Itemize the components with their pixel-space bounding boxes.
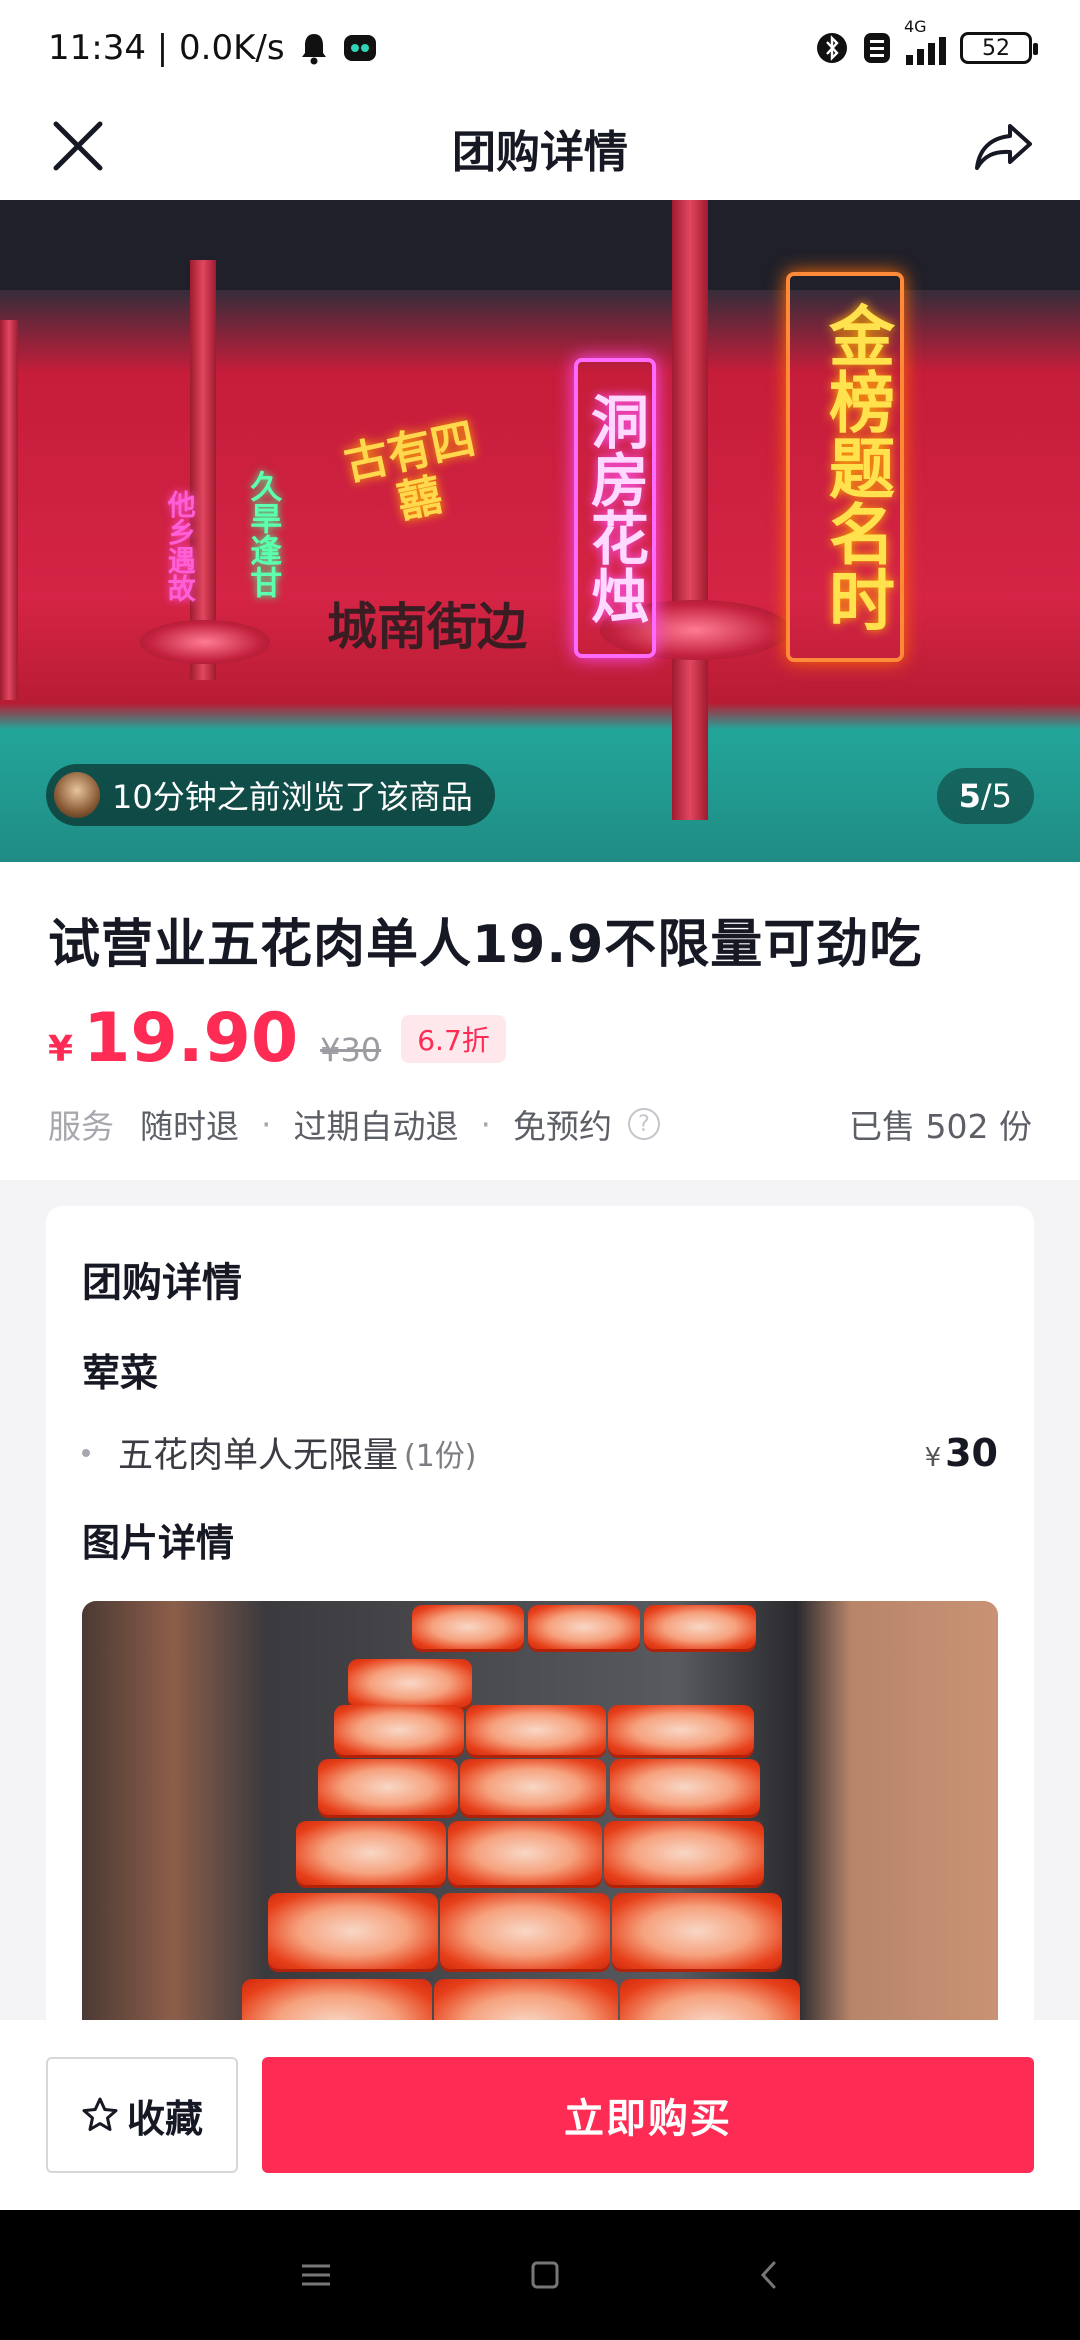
favorite-label: 收藏	[126, 2096, 203, 2141]
image-counter: 5 /5	[936, 768, 1034, 824]
page-title: 团购详情	[452, 127, 628, 178]
price-row: ¥ 19.90 ¥30 6.7折	[48, 999, 1032, 1078]
sold-count: 已售 502 份	[849, 1107, 1032, 1146]
item-price-value: 30	[945, 1430, 998, 1475]
image-details-heading: 图片详情	[82, 1521, 235, 1565]
bluetooth-icon	[817, 33, 847, 63]
close-icon[interactable]	[48, 116, 108, 176]
buy-now-button[interactable]: 立即购买	[262, 2057, 1034, 2173]
product-photo-carousel[interactable]: 他乡遇故 久旱逢甘 古有四囍 城南街边 洞房花烛 金榜题名时 10分钟之前浏览了…	[0, 200, 1080, 862]
recently-viewed-text: 10分钟之前浏览了该商品	[112, 778, 473, 816]
home-icon[interactable]	[527, 2257, 563, 2293]
image-counter-total: /5	[980, 777, 1012, 815]
service-no-reservation: 免预约	[513, 1107, 612, 1146]
discount-badge: 6.7折	[401, 1014, 506, 1063]
sale-price: 19.90	[83, 999, 299, 1078]
back-icon[interactable]	[754, 2257, 784, 2293]
service-label: 服务	[48, 1107, 114, 1146]
network-type: 4G	[904, 17, 927, 36]
service-row[interactable]: 服务 随时退 · 过期自动退 · 免预约 ? 已售 502 份	[48, 1100, 1032, 1148]
nfc-icon	[864, 33, 890, 63]
neon-sign: 久旱逢甘	[245, 470, 284, 598]
image-counter-current: 5	[958, 777, 981, 815]
menu-icon[interactable]	[296, 2260, 336, 2290]
product-title: 试营业五花肉单人19.9不限量可劲吃	[48, 915, 923, 975]
navigation-bar: 团购详情	[0, 96, 1080, 200]
bell-icon	[301, 34, 326, 65]
category-heading: 荤菜	[82, 1351, 159, 1395]
original-price: ¥30	[320, 1031, 382, 1069]
battery-indicator: 52	[960, 32, 1038, 64]
details-section-title: 团购详情	[82, 1260, 242, 1306]
service-auto-refund: 过期自动退	[293, 1107, 459, 1146]
bottom-action-bar: 收藏 立即购买	[0, 2020, 1080, 2210]
neon-sign: 他乡遇故	[163, 490, 197, 602]
share-icon[interactable]	[972, 116, 1036, 176]
favorite-button[interactable]: 收藏	[46, 2057, 238, 2173]
star-icon	[82, 2097, 118, 2131]
avatar	[54, 772, 100, 818]
help-icon[interactable]: ?	[628, 1108, 660, 1140]
price-currency: ¥	[48, 1029, 74, 1070]
chat-app-icon	[343, 35, 376, 61]
item-price-currency: ¥	[924, 1442, 942, 1473]
recently-viewed-chip: 10分钟之前浏览了该商品	[46, 764, 495, 826]
neon-sign: 金榜题名时	[786, 272, 904, 662]
status-time: 11:34 | 0.0K/s	[48, 28, 285, 68]
neon-sign: 古有四囍	[339, 413, 480, 529]
item-quantity: (1份)	[404, 1438, 477, 1474]
status-bar: 11:34 | 0.0K/s 4G 52	[0, 0, 1080, 96]
product-info: 试营业五花肉单人19.9不限量可劲吃 ¥ 19.90 ¥30 6.7折 服务 随…	[0, 862, 1080, 1180]
item-name: 五花肉单人无限量	[118, 1436, 399, 1476]
wall-text: 城南街边	[327, 598, 527, 656]
service-refund-anytime: 随时退	[140, 1107, 239, 1146]
neon-sign: 洞房花烛	[574, 358, 656, 658]
signal-icon: 4G	[904, 17, 946, 65]
system-navigation-bar	[0, 2210, 1080, 2340]
battery-level: 52	[982, 35, 1010, 61]
detail-photo[interactable]	[82, 1601, 998, 2046]
deal-details-card: 团购详情 荤菜 五花肉单人无限量 (1份) ¥ 30 图片详情	[46, 1206, 1034, 2046]
item-price: ¥ 30	[925, 1431, 998, 1475]
list-item: 五花肉单人无限量 (1份) ¥ 30	[82, 1427, 998, 1478]
